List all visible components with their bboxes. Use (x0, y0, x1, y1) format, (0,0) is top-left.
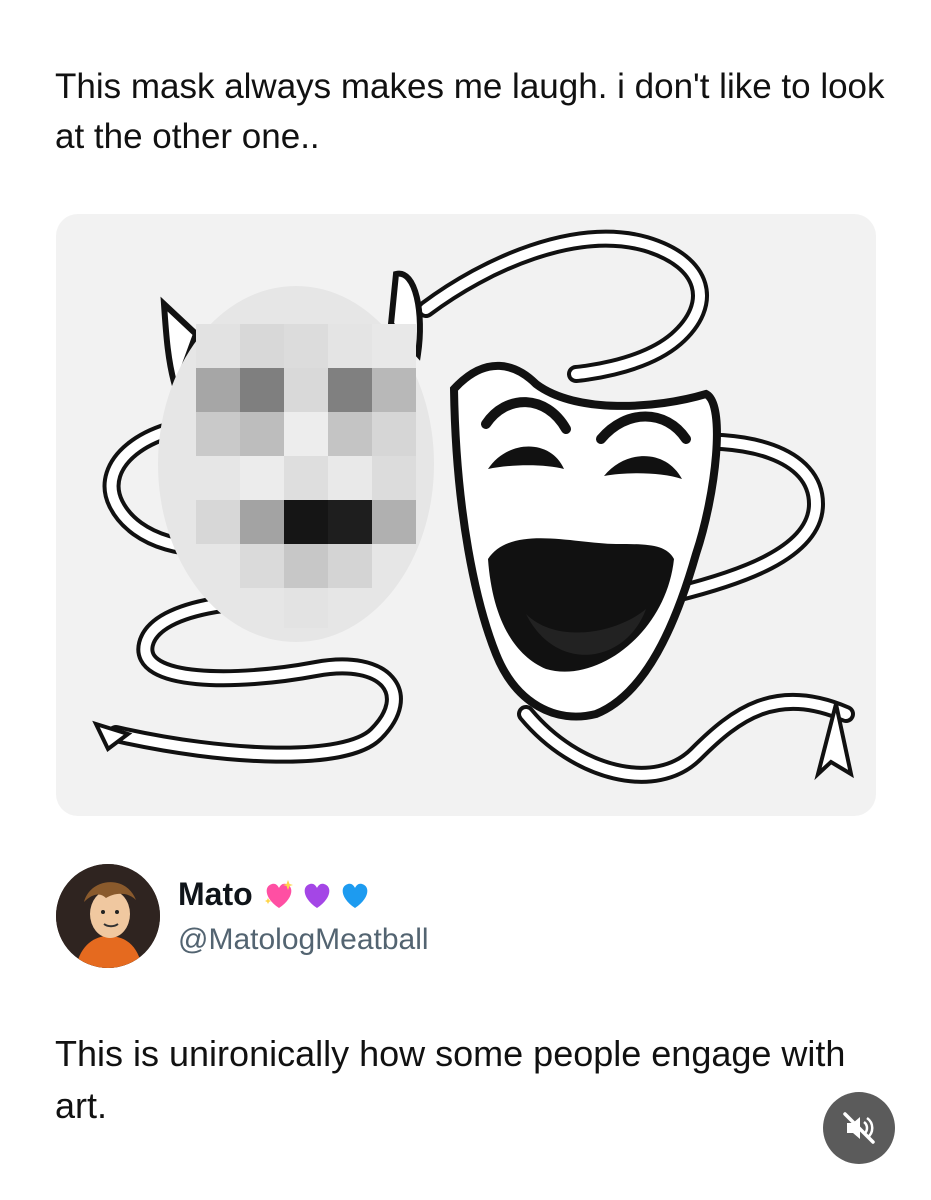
mute-button[interactable] (823, 1092, 895, 1164)
comedy-mask (449, 361, 721, 721)
purple-heart-icon (304, 883, 330, 908)
theater-masks-illustration (92, 229, 855, 784)
author-handle[interactable]: @MatologMeatball (178, 920, 429, 960)
avatar[interactable] (56, 864, 160, 968)
blue-heart-icon (342, 883, 368, 908)
quoted-post-text: This mask always makes me laugh. i don't… (55, 67, 885, 156)
pixelated-tragedy-mask (158, 270, 434, 642)
speaker-muted-icon (843, 1112, 875, 1144)
reply-author[interactable]: Mato @MatologMeatball (56, 864, 876, 972)
sparkling-heart-icon (265, 880, 293, 908)
reply-text: This is unironically how some people eng… (55, 1033, 846, 1126)
author-name[interactable]: Mato (178, 874, 253, 914)
post-image[interactable] (56, 214, 876, 816)
